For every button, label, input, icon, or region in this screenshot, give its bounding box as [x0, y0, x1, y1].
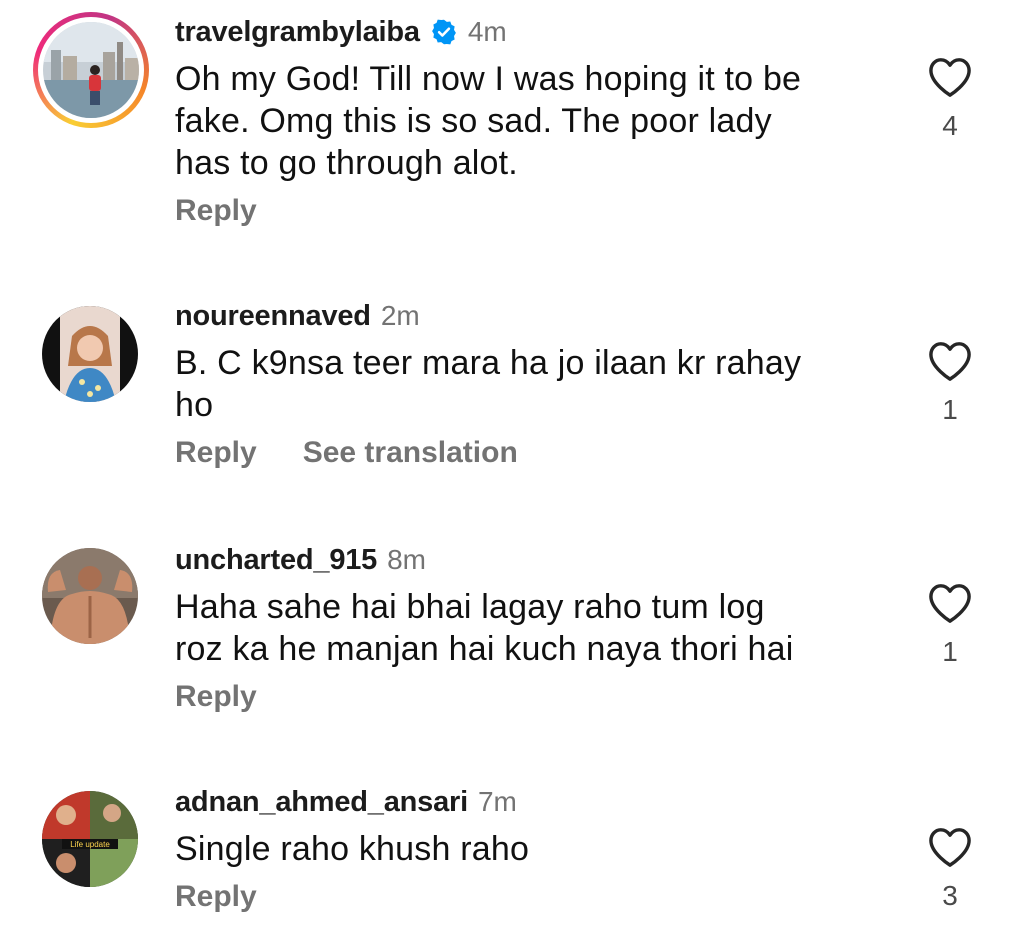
like-count: 1 [942, 394, 958, 425]
avatar-photo [42, 548, 138, 644]
comment-text: Oh my God! Till now I was hoping it to b… [175, 58, 895, 184]
comment-text-line: fake. Omg this is so sad. The poor lady [175, 102, 772, 140]
comment-text: B. C k9nsa teer mara ha jo ilaan kr raha… [175, 342, 895, 426]
comment-text-line: has to go through alot. [175, 144, 518, 182]
reply-button[interactable]: Reply [175, 194, 257, 228]
see-translation-button[interactable]: See translation [303, 436, 518, 470]
avatar[interactable]: Life update [42, 791, 138, 887]
reply-button[interactable]: Reply [175, 880, 257, 914]
avatar[interactable] [33, 12, 149, 128]
verified-badge-icon [431, 19, 456, 45]
reply-button[interactable]: Reply [175, 436, 257, 470]
heart-outline-icon[interactable] [927, 826, 973, 868]
avatar-photo: Life update [42, 791, 138, 887]
comment-text-line: ho [175, 386, 214, 424]
comment-text: Single raho khush raho [175, 828, 895, 870]
comment-text-line: Haha sahe hai bhai lagay raho tum log [175, 588, 765, 626]
comment-username[interactable]: uncharted_915 [175, 544, 377, 577]
like-count: 4 [942, 110, 958, 141]
avatar[interactable] [42, 548, 138, 644]
comment-text-line: B. C k9nsa teer mara ha jo ilaan kr raha… [175, 344, 802, 382]
heart-outline-icon[interactable] [927, 340, 973, 382]
like-area: 3 [924, 826, 976, 912]
avatar-caption: Life update [70, 840, 110, 849]
like-count: 3 [942, 880, 958, 911]
comment-timestamp: 8m [387, 544, 427, 575]
comment-username[interactable]: adnan_ahmed_ansari [175, 786, 468, 819]
like-count: 1 [942, 636, 958, 667]
avatar-photo [43, 22, 139, 118]
avatar[interactable] [42, 306, 138, 402]
heart-outline-icon[interactable] [927, 582, 973, 624]
story-ring [38, 17, 144, 123]
reply-button[interactable]: Reply [175, 680, 257, 714]
comment-text-line: roz ka he manjan hai kuch naya thori hai [175, 630, 794, 668]
comment-username[interactable]: noureennaved [175, 300, 371, 333]
comment-timestamp: 4m [467, 16, 507, 47]
avatar-photo [42, 306, 138, 402]
like-area: 1 [924, 582, 976, 668]
comment-timestamp: 2m [380, 300, 420, 331]
comment-text-line: Oh my God! Till now I was hoping it to b… [175, 60, 802, 98]
comment-text-line: Single raho khush raho [175, 830, 530, 868]
comment-text: Haha sahe hai bhai lagay raho tum log ro… [175, 586, 895, 670]
like-area: 1 [924, 340, 976, 426]
comment-username[interactable]: travelgrambylaiba [175, 16, 420, 49]
comment-timestamp: 7m [477, 786, 517, 817]
heart-outline-icon[interactable] [927, 56, 973, 98]
like-area: 4 [924, 56, 976, 142]
